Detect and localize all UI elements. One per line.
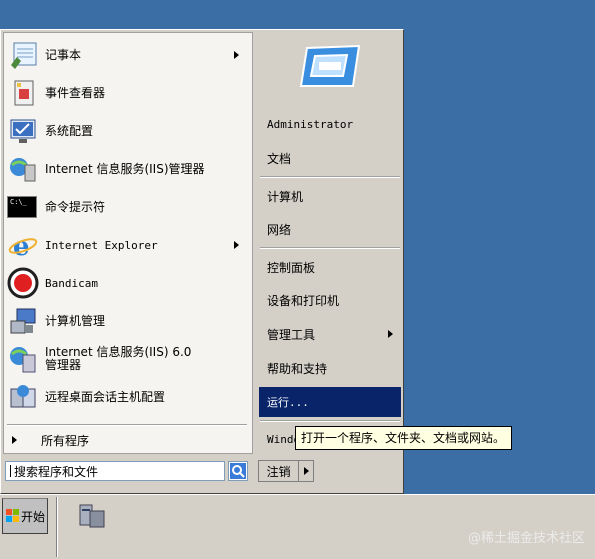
watermark: @稀土掘金技术社区: [468, 531, 586, 546]
control-panel-item[interactable]: 控制面板: [259, 253, 401, 281]
program-label: Internet 信息服务(IIS)管理器: [45, 161, 205, 176]
program-label: Bandicam: [45, 276, 98, 290]
submenu-arrow-icon: [234, 241, 239, 249]
logoff-label: 注销: [266, 464, 291, 479]
program-item-event-viewer[interactable]: 事件查看器: [7, 76, 247, 110]
run-item[interactable]: 运行...: [259, 387, 401, 417]
logoff-button[interactable]: 注销: [259, 461, 300, 481]
help-label: 帮助和支持: [267, 361, 328, 376]
run-tooltip: 打开一个程序、文件夹、文档或网站。: [295, 426, 512, 450]
taskbar-divider: [56, 497, 58, 557]
program-items: 记事本 事件查看器 系统配置 Internet 信息服务(IIS)管理器 C:\…: [3, 32, 253, 454]
user-picture[interactable]: [299, 42, 361, 90]
program-label: Internet Explorer: [45, 238, 158, 252]
divider: [260, 176, 400, 178]
control-panel-label: 控制面板: [267, 260, 316, 275]
cmd-icon-text: C:\_: [7, 196, 37, 218]
help-support-item[interactable]: 帮助和支持: [259, 354, 401, 382]
program-item-cmd[interactable]: C:\_ 命令提示符: [7, 190, 247, 224]
program-item-iis-manager[interactable]: Internet 信息服务(IIS)管理器: [7, 152, 247, 186]
ie-icon: e: [7, 229, 39, 262]
server-manager-icon: [79, 504, 105, 528]
windows-logo-icon: [6, 509, 19, 522]
server-manager-taskbar-icon[interactable]: [76, 501, 108, 531]
program-item-remote-desktop[interactable]: 远程桌面会话主机配置: [7, 380, 247, 414]
computer-item[interactable]: 计算机: [259, 182, 401, 210]
program-label: 命令提示符: [45, 199, 106, 214]
run-label: 运行...: [267, 396, 309, 409]
network-item[interactable]: 网络: [259, 215, 401, 243]
start-button[interactable]: 开始: [2, 498, 48, 534]
taskbar: 开始 @稀土掘金技术社区: [0, 494, 595, 559]
search-bar: 搜索程序和文件: [5, 459, 251, 485]
search-placeholder: 搜索程序和文件: [14, 464, 99, 479]
remote-desktop-icon: [7, 381, 39, 413]
program-item-internet-explorer[interactable]: e Internet Explorer: [7, 228, 247, 262]
documents-item[interactable]: 文档: [259, 144, 401, 172]
program-item-iis6-manager[interactable]: Internet 信息服务(IIS) 6.0 管理器: [7, 342, 247, 376]
submenu-arrow-icon: [388, 330, 393, 338]
program-label: 记事本: [45, 47, 82, 62]
divider: [260, 420, 400, 422]
iis6-manager-icon: [7, 343, 39, 375]
program-item-system-config[interactable]: 系统配置: [7, 114, 247, 148]
cmd-icon: C:\_: [7, 191, 39, 223]
logoff-button-group: 注销: [258, 460, 314, 482]
chevron-right-icon: [303, 467, 309, 475]
network-label: 网络: [267, 222, 292, 237]
program-item-bandicam[interactable]: Bandicam: [7, 266, 247, 300]
admin-tools-item[interactable]: 管理工具: [259, 320, 401, 348]
notepad-icon: [7, 39, 39, 71]
start-label: 开始: [21, 509, 46, 524]
program-label: 系统配置: [45, 123, 94, 138]
svg-text:e: e: [13, 232, 30, 261]
computer-management-icon: [7, 305, 39, 337]
program-label: 事件查看器: [45, 85, 106, 100]
program-label: Internet 信息服务(IIS) 6.0 管理器: [45, 345, 192, 372]
search-input[interactable]: 搜索程序和文件: [5, 461, 225, 481]
submenu-arrow-icon: [234, 51, 239, 59]
computer-label: 计算机: [267, 189, 304, 204]
text-cursor: [10, 465, 11, 477]
all-programs-label: 所有程序: [41, 433, 90, 448]
all-programs-button[interactable]: 所有程序: [7, 429, 247, 451]
documents-label: 文档: [267, 151, 292, 166]
iis-manager-icon: [7, 153, 39, 185]
user-picture-icon: [299, 44, 361, 87]
right-pane: Administrator 文档 计算机 网络 控制面板 设备和打印机 管理工具…: [254, 32, 404, 454]
search-button[interactable]: [228, 461, 248, 481]
event-viewer-icon: [7, 77, 39, 109]
search-icon: [230, 463, 246, 479]
bandicam-icon: [7, 267, 39, 299]
devices-printers-item[interactable]: 设备和打印机: [259, 286, 401, 314]
program-label: 计算机管理: [45, 313, 106, 328]
devices-printers-label: 设备和打印机: [267, 293, 340, 308]
divider: [7, 424, 247, 426]
user-name-item[interactable]: Administrator: [259, 110, 401, 138]
program-label: 远程桌面会话主机配置: [45, 389, 166, 404]
user-name: Administrator: [267, 117, 354, 131]
program-item-notepad[interactable]: 记事本: [7, 38, 247, 72]
divider: [260, 247, 400, 249]
program-item-computer-management[interactable]: 计算机管理: [7, 304, 247, 338]
system-config-icon: [7, 115, 39, 147]
shutdown-options-button[interactable]: [299, 461, 313, 481]
admin-tools-label: 管理工具: [267, 327, 316, 342]
expand-arrow-icon: [12, 436, 17, 444]
